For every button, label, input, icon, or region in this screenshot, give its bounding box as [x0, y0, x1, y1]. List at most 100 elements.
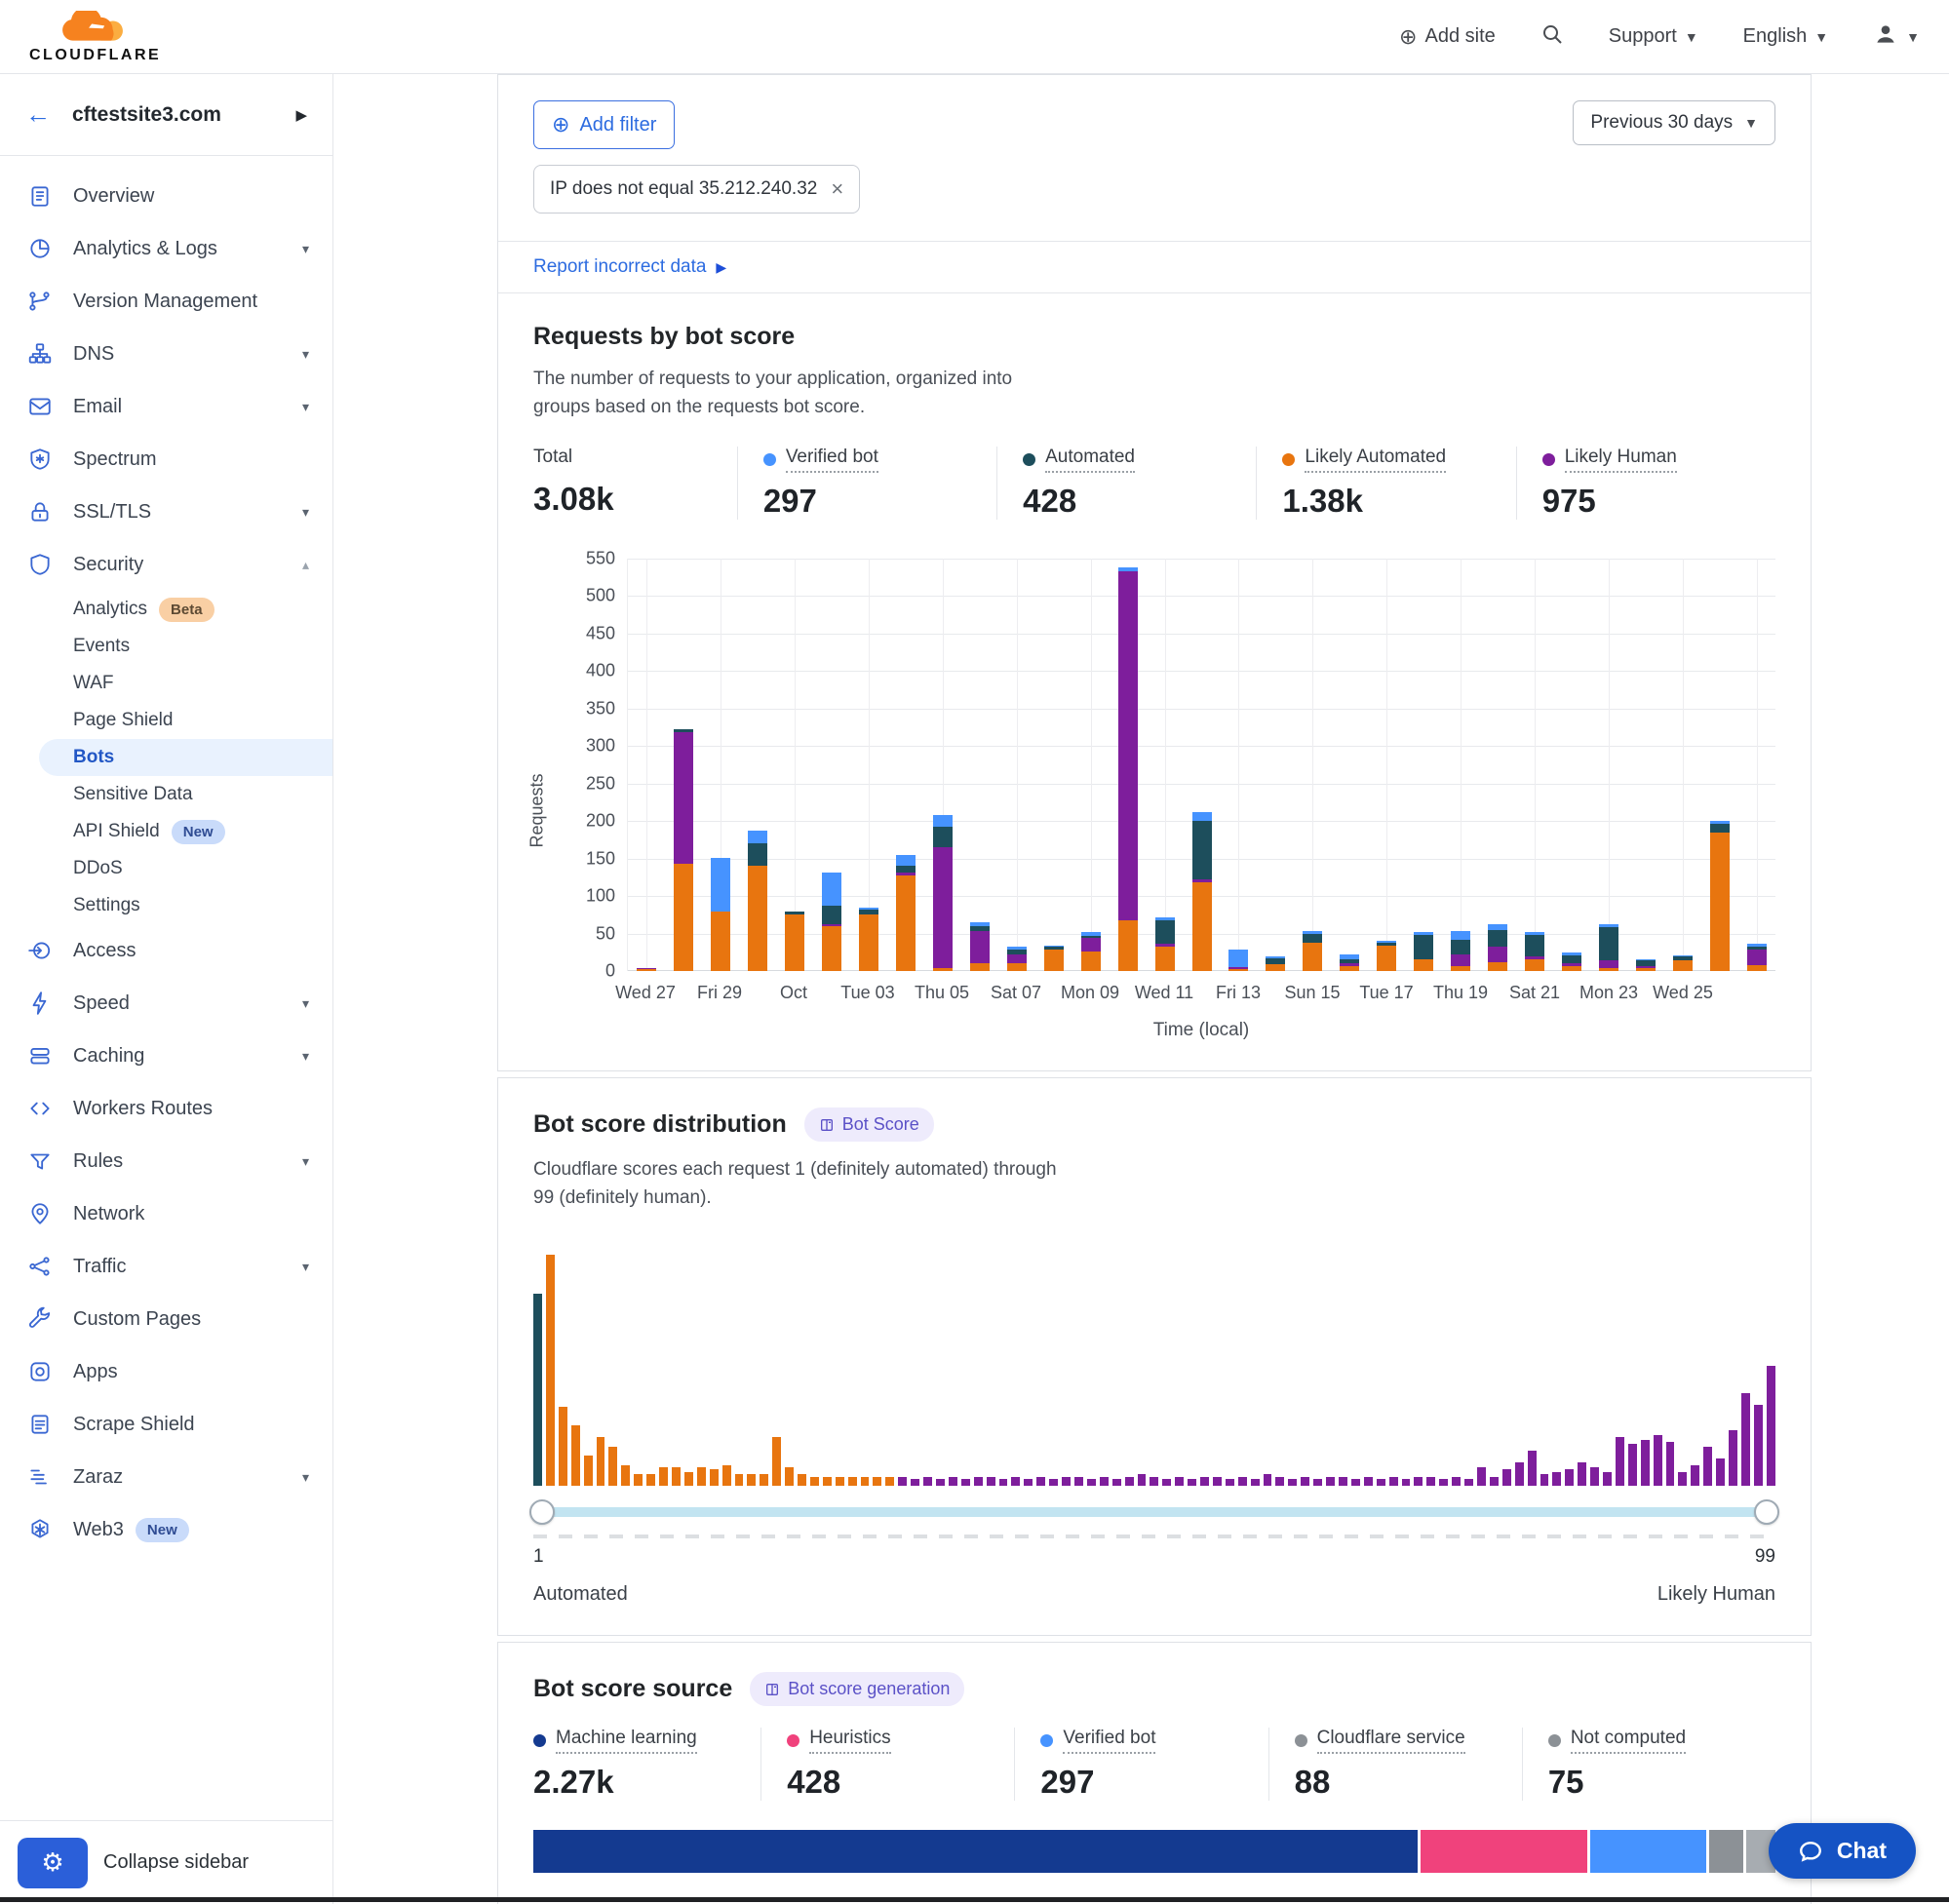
sidebar-item-traffic[interactable]: Traffic▾ [0, 1240, 332, 1293]
stacked-bar[interactable] [970, 922, 990, 971]
code-icon [27, 1096, 53, 1121]
sidebar-subitem-label: WAF [73, 673, 114, 694]
sidebar-subitem-events[interactable]: Events [0, 628, 332, 665]
slider-left-caption: Automated [533, 1583, 628, 1606]
stat-label: Not computed [1548, 1728, 1686, 1754]
add-site-button[interactable]: ⊕ Add site [1399, 24, 1496, 50]
sidebar-item-email[interactable]: Email▾ [0, 380, 332, 433]
segment-automated [1303, 934, 1322, 942]
slider-handle-max[interactable] [1754, 1499, 1779, 1525]
stacked-bar[interactable] [1414, 932, 1433, 971]
sidebar-item-security[interactable]: Security▴ [0, 538, 332, 591]
sidebar-subitem-api-shield[interactable]: API ShieldNew [0, 813, 332, 850]
sidebar-subitem-page-shield[interactable]: Page Shield [0, 702, 332, 739]
chat-button[interactable]: Chat [1769, 1823, 1916, 1879]
sidebar-subitem-analytics[interactable]: AnalyticsBeta [0, 591, 332, 628]
sidebar-subitem-waf[interactable]: WAF [0, 665, 332, 702]
stacked-bar[interactable] [896, 855, 916, 971]
stacked-bar[interactable] [1303, 931, 1322, 971]
stacked-bar[interactable] [1007, 947, 1027, 971]
account-menu[interactable]: ▼ [1873, 21, 1920, 53]
stacked-bar[interactable] [1340, 954, 1359, 971]
stacked-bar[interactable] [933, 815, 953, 971]
stacked-bar[interactable] [1599, 924, 1618, 971]
histogram-bar-score-14 [697, 1467, 706, 1486]
stacked-bar[interactable] [674, 729, 693, 971]
collapse-sidebar-label[interactable]: Collapse sidebar [103, 1851, 249, 1874]
stacked-bar[interactable] [1228, 950, 1248, 971]
sidebar: ← cftestsite3.com ▶ OverviewAnalytics & … [0, 74, 333, 1904]
sidebar-subitem-sensitive-data[interactable]: Sensitive Data [0, 776, 332, 813]
bot-score-generation-badge[interactable]: Bot score generation [750, 1672, 964, 1706]
sidebar-subitem-bots[interactable]: Bots [39, 739, 332, 776]
sidebar-item-workers-routes[interactable]: Workers Routes [0, 1082, 332, 1135]
sidebar-item-zaraz[interactable]: Zaraz▾ [0, 1451, 332, 1503]
remove-filter-icon[interactable]: × [831, 176, 843, 202]
stacked-bar[interactable] [1118, 567, 1138, 971]
histogram-bar-score-75 [1464, 1479, 1473, 1486]
sidebar-item-overview[interactable]: Overview [0, 170, 332, 222]
sidebar-subitem-ddos[interactable]: DDoS [0, 850, 332, 887]
sidebar-item-dns[interactable]: DNS▾ [0, 328, 332, 380]
histogram-bar-score-77 [1490, 1477, 1499, 1486]
segment-likely-automated [1747, 965, 1767, 971]
site-header: ← cftestsite3.com ▶ [0, 74, 332, 156]
sidebar-item-analytics-logs[interactable]: Analytics & Logs▾ [0, 222, 332, 275]
stacked-bar[interactable] [785, 912, 804, 972]
stacked-bar[interactable] [822, 873, 841, 971]
stacked-bar[interactable] [1377, 941, 1396, 972]
stacked-bar[interactable] [1673, 955, 1693, 971]
stat-label: Total [533, 447, 572, 471]
histogram-bar-score-69 [1389, 1477, 1398, 1486]
stat-label: Likely Automated [1282, 447, 1446, 473]
stacked-bar[interactable] [1451, 931, 1470, 971]
site-switcher-caret-icon[interactable]: ▶ [295, 106, 307, 124]
stacked-bar[interactable] [1562, 952, 1581, 971]
preferences-gear-button[interactable]: ⚙ [18, 1838, 88, 1888]
add-filter-label: Add filter [579, 114, 656, 136]
stacked-bar[interactable] [1081, 932, 1101, 971]
stacked-bar[interactable] [1525, 932, 1544, 971]
histogram-bar-score-65 [1339, 1477, 1347, 1486]
stacked-bar[interactable] [1636, 959, 1656, 971]
stacked-bar[interactable] [1747, 944, 1767, 971]
sidebar-item-ssl-tls[interactable]: SSL/TLS▾ [0, 486, 332, 538]
stacked-bar[interactable] [1192, 812, 1212, 971]
back-arrow-icon[interactable]: ← [25, 99, 51, 130]
stacked-bar[interactable] [1710, 821, 1730, 971]
date-range-dropdown[interactable]: Previous 30 days ▼ [1573, 100, 1775, 145]
support-menu[interactable]: Support ▼ [1609, 25, 1698, 48]
sidebar-item-caching[interactable]: Caching▾ [0, 1030, 332, 1082]
slider-handle-min[interactable] [529, 1499, 555, 1525]
stacked-bar[interactable] [1266, 956, 1285, 971]
language-menu[interactable]: English ▼ [1743, 25, 1828, 48]
stacked-bar[interactable] [1488, 924, 1507, 971]
histogram-bar-score-79 [1515, 1462, 1524, 1486]
stacked-bar[interactable] [748, 831, 767, 971]
sidebar-item-scrape-shield[interactable]: Scrape Shield [0, 1398, 332, 1451]
search-icon[interactable] [1540, 22, 1564, 52]
slider-track[interactable] [533, 1507, 1775, 1517]
sidebar-item-speed[interactable]: Speed▾ [0, 977, 332, 1030]
sidebar-item-version-management[interactable]: Version Management [0, 275, 332, 328]
stacked-bar[interactable] [711, 858, 730, 971]
segment-likely-human [1007, 954, 1027, 963]
stacked-bar[interactable] [1155, 917, 1175, 971]
stacked-bar[interactable] [859, 908, 878, 971]
lock-icon [27, 499, 53, 525]
sidebar-item-custom-pages[interactable]: Custom Pages [0, 1293, 332, 1345]
histogram-bar-score-82 [1552, 1472, 1561, 1486]
sidebar-subitem-settings[interactable]: Settings [0, 887, 332, 924]
sidebar-item-apps[interactable]: Apps [0, 1345, 332, 1398]
stacked-bar[interactable] [637, 968, 656, 971]
sidebar-item-network[interactable]: Network [0, 1187, 332, 1240]
sidebar-item-rules[interactable]: Rules▾ [0, 1135, 332, 1187]
add-filter-button[interactable]: ⊕ Add filter [533, 100, 675, 149]
histogram-bar-score-26 [848, 1477, 857, 1486]
stacked-bar[interactable] [1044, 946, 1064, 971]
report-incorrect-data-link[interactable]: Report incorrect data ▶ [533, 256, 726, 278]
sidebar-item-web3[interactable]: Web3New [0, 1503, 332, 1556]
sidebar-item-spectrum[interactable]: Spectrum [0, 433, 332, 486]
sidebar-item-access[interactable]: Access [0, 924, 332, 977]
bot-score-badge[interactable]: Bot Score [804, 1107, 934, 1142]
